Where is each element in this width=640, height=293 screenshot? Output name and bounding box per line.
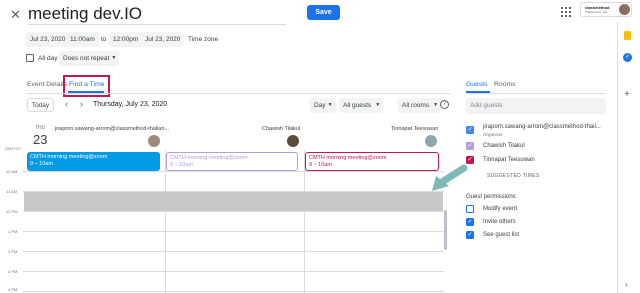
permission-label: Modify event	[483, 206, 518, 212]
close-icon[interactable]: ✕	[10, 7, 21, 23]
expand-panel-icon[interactable]: ›	[625, 280, 628, 289]
guest-color-checkbox[interactable]	[466, 126, 474, 134]
avatar	[425, 135, 437, 147]
event-title[interactable]: meeting dev.IO	[28, 4, 142, 24]
permission-label: See guest list	[483, 232, 520, 238]
avatar	[619, 4, 630, 15]
help-icon[interactable]: ?	[440, 100, 449, 109]
tasks-icon[interactable]: ✓	[623, 53, 632, 62]
calendar-grid	[23, 150, 444, 293]
end-time-chip[interactable]: 12:00pm	[109, 32, 143, 47]
guests-filter-dropdown[interactable]: All guests ▼	[339, 98, 384, 113]
guest-color-checkbox[interactable]	[466, 142, 474, 150]
selected-time-slot[interactable]	[24, 192, 443, 211]
chevron-down-icon: ▼	[327, 102, 333, 108]
allday-label: All day	[38, 55, 58, 62]
column-header-name: Tinnapat Teesuwan	[391, 126, 439, 132]
chevron-down-icon: ▼	[111, 55, 117, 61]
hour-line	[23, 271, 444, 272]
title-underline	[28, 24, 286, 25]
hour-line	[23, 211, 444, 212]
avatar	[287, 135, 299, 147]
avatar	[148, 135, 160, 147]
end-date-chip[interactable]: Jul 23, 2020	[141, 32, 185, 47]
hour-label: 11 AM	[6, 189, 18, 194]
guest-name: Tinnapat Teesuwan	[483, 157, 535, 163]
hour-label: 2 PM	[8, 249, 18, 254]
today-button[interactable]: Today	[27, 98, 54, 112]
tab-find-a-time[interactable]: Find a Time	[69, 81, 105, 88]
side-rail-divider	[617, 22, 618, 293]
hour-line	[23, 291, 444, 292]
add-guests-input[interactable]: Add guests	[466, 98, 606, 114]
keep-icon[interactable]	[624, 31, 631, 40]
tab-guests[interactable]: Guests	[466, 81, 488, 88]
allday-checkbox[interactable]	[26, 54, 34, 62]
account-brand-chip[interactable]: classmethod Thailand Co.,Ltd.	[580, 2, 632, 17]
event-block[interactable]: CMTH morning meeting@zoom 9 – 10am	[166, 152, 298, 171]
hour-label: 3 PM	[8, 269, 18, 274]
hour-label: 12 PM	[6, 209, 18, 214]
tabs-divider	[26, 93, 450, 94]
see-guest-list-checkbox[interactable]	[466, 231, 474, 239]
rooms-filter-dropdown[interactable]: All rooms ▼	[398, 98, 442, 113]
calendar-scrollbar[interactable]	[444, 210, 447, 250]
event-time: 9 – 10am	[309, 161, 332, 168]
repeat-label: Does not repeat	[63, 55, 110, 62]
column-header-name: jiraporn.sawang-arrom@classmethod-thaila…	[55, 126, 170, 132]
event-time: 9 – 10am	[170, 161, 193, 168]
start-date-chip[interactable]: Jul 23, 2020	[26, 32, 70, 47]
save-button[interactable]: Save	[307, 5, 340, 20]
hour-label: 4 PM	[8, 287, 18, 292]
guest-role: Organizer	[483, 132, 503, 137]
guest-color-checkbox[interactable]	[466, 156, 474, 164]
modify-event-checkbox[interactable]	[466, 205, 474, 213]
rooms-filter-label: All rooms	[402, 102, 430, 109]
current-date-label: Thursday, July 23, 2020	[93, 101, 168, 108]
column-header-name: Chawish Tilakul	[262, 126, 301, 132]
add-addon-icon[interactable]: +	[624, 89, 630, 100]
repeat-dropdown[interactable]: Does not repeat ▼	[59, 51, 120, 66]
annotation-arrow	[432, 164, 468, 191]
brand-subtext: Thailand Co.,Ltd.	[585, 10, 608, 14]
tab-rooms[interactable]: Rooms	[494, 81, 516, 88]
suggested-times-button[interactable]: SUGGESTED TIMES	[487, 173, 539, 179]
apps-grid-icon[interactable]	[561, 4, 571, 17]
hour-line	[23, 251, 444, 252]
chevron-left-icon[interactable]: ‹	[65, 99, 68, 109]
hour-line	[23, 171, 444, 172]
tab-event-details[interactable]: Event Details	[27, 81, 67, 88]
guest-name: jiraporn.sawang-arrom@classmethod-thail.…	[483, 124, 601, 130]
to-label: to	[101, 36, 107, 43]
timezone-link[interactable]: Time zone	[188, 36, 218, 43]
hour-label: 10 AM	[6, 169, 18, 174]
chevron-down-icon: ▼	[433, 102, 439, 108]
permissions-title: Guest permissions	[466, 194, 516, 200]
timezone-gutter-label: GMT+07	[5, 146, 21, 151]
add-guests-placeholder: Add guests	[470, 102, 503, 109]
view-dropdown[interactable]: Day ▼	[310, 98, 336, 113]
event-block[interactable]: CMTH morning meeting@zoom 9 – 10am	[27, 152, 160, 171]
hour-label: 1 PM	[8, 229, 18, 234]
day-of-week: THU	[35, 125, 46, 131]
guest-name: Chawish Tilakul	[483, 143, 525, 149]
guests-filter-label: All guests	[343, 102, 372, 109]
hour-line	[23, 231, 444, 232]
invite-others-checkbox[interactable]	[466, 218, 474, 226]
start-time-chip[interactable]: 11:00am	[66, 32, 99, 47]
day-number: 23	[33, 132, 48, 147]
guests-tabs-divider	[466, 93, 606, 94]
view-label: Day	[314, 102, 326, 109]
event-time: 9 – 10am	[30, 160, 53, 167]
chevron-right-icon[interactable]: ›	[80, 99, 83, 109]
chevron-down-icon: ▼	[375, 102, 381, 108]
event-block[interactable]: CMTH morning meeting@zoom 9 – 10am	[305, 152, 439, 171]
permission-label: Invite others	[483, 219, 516, 225]
